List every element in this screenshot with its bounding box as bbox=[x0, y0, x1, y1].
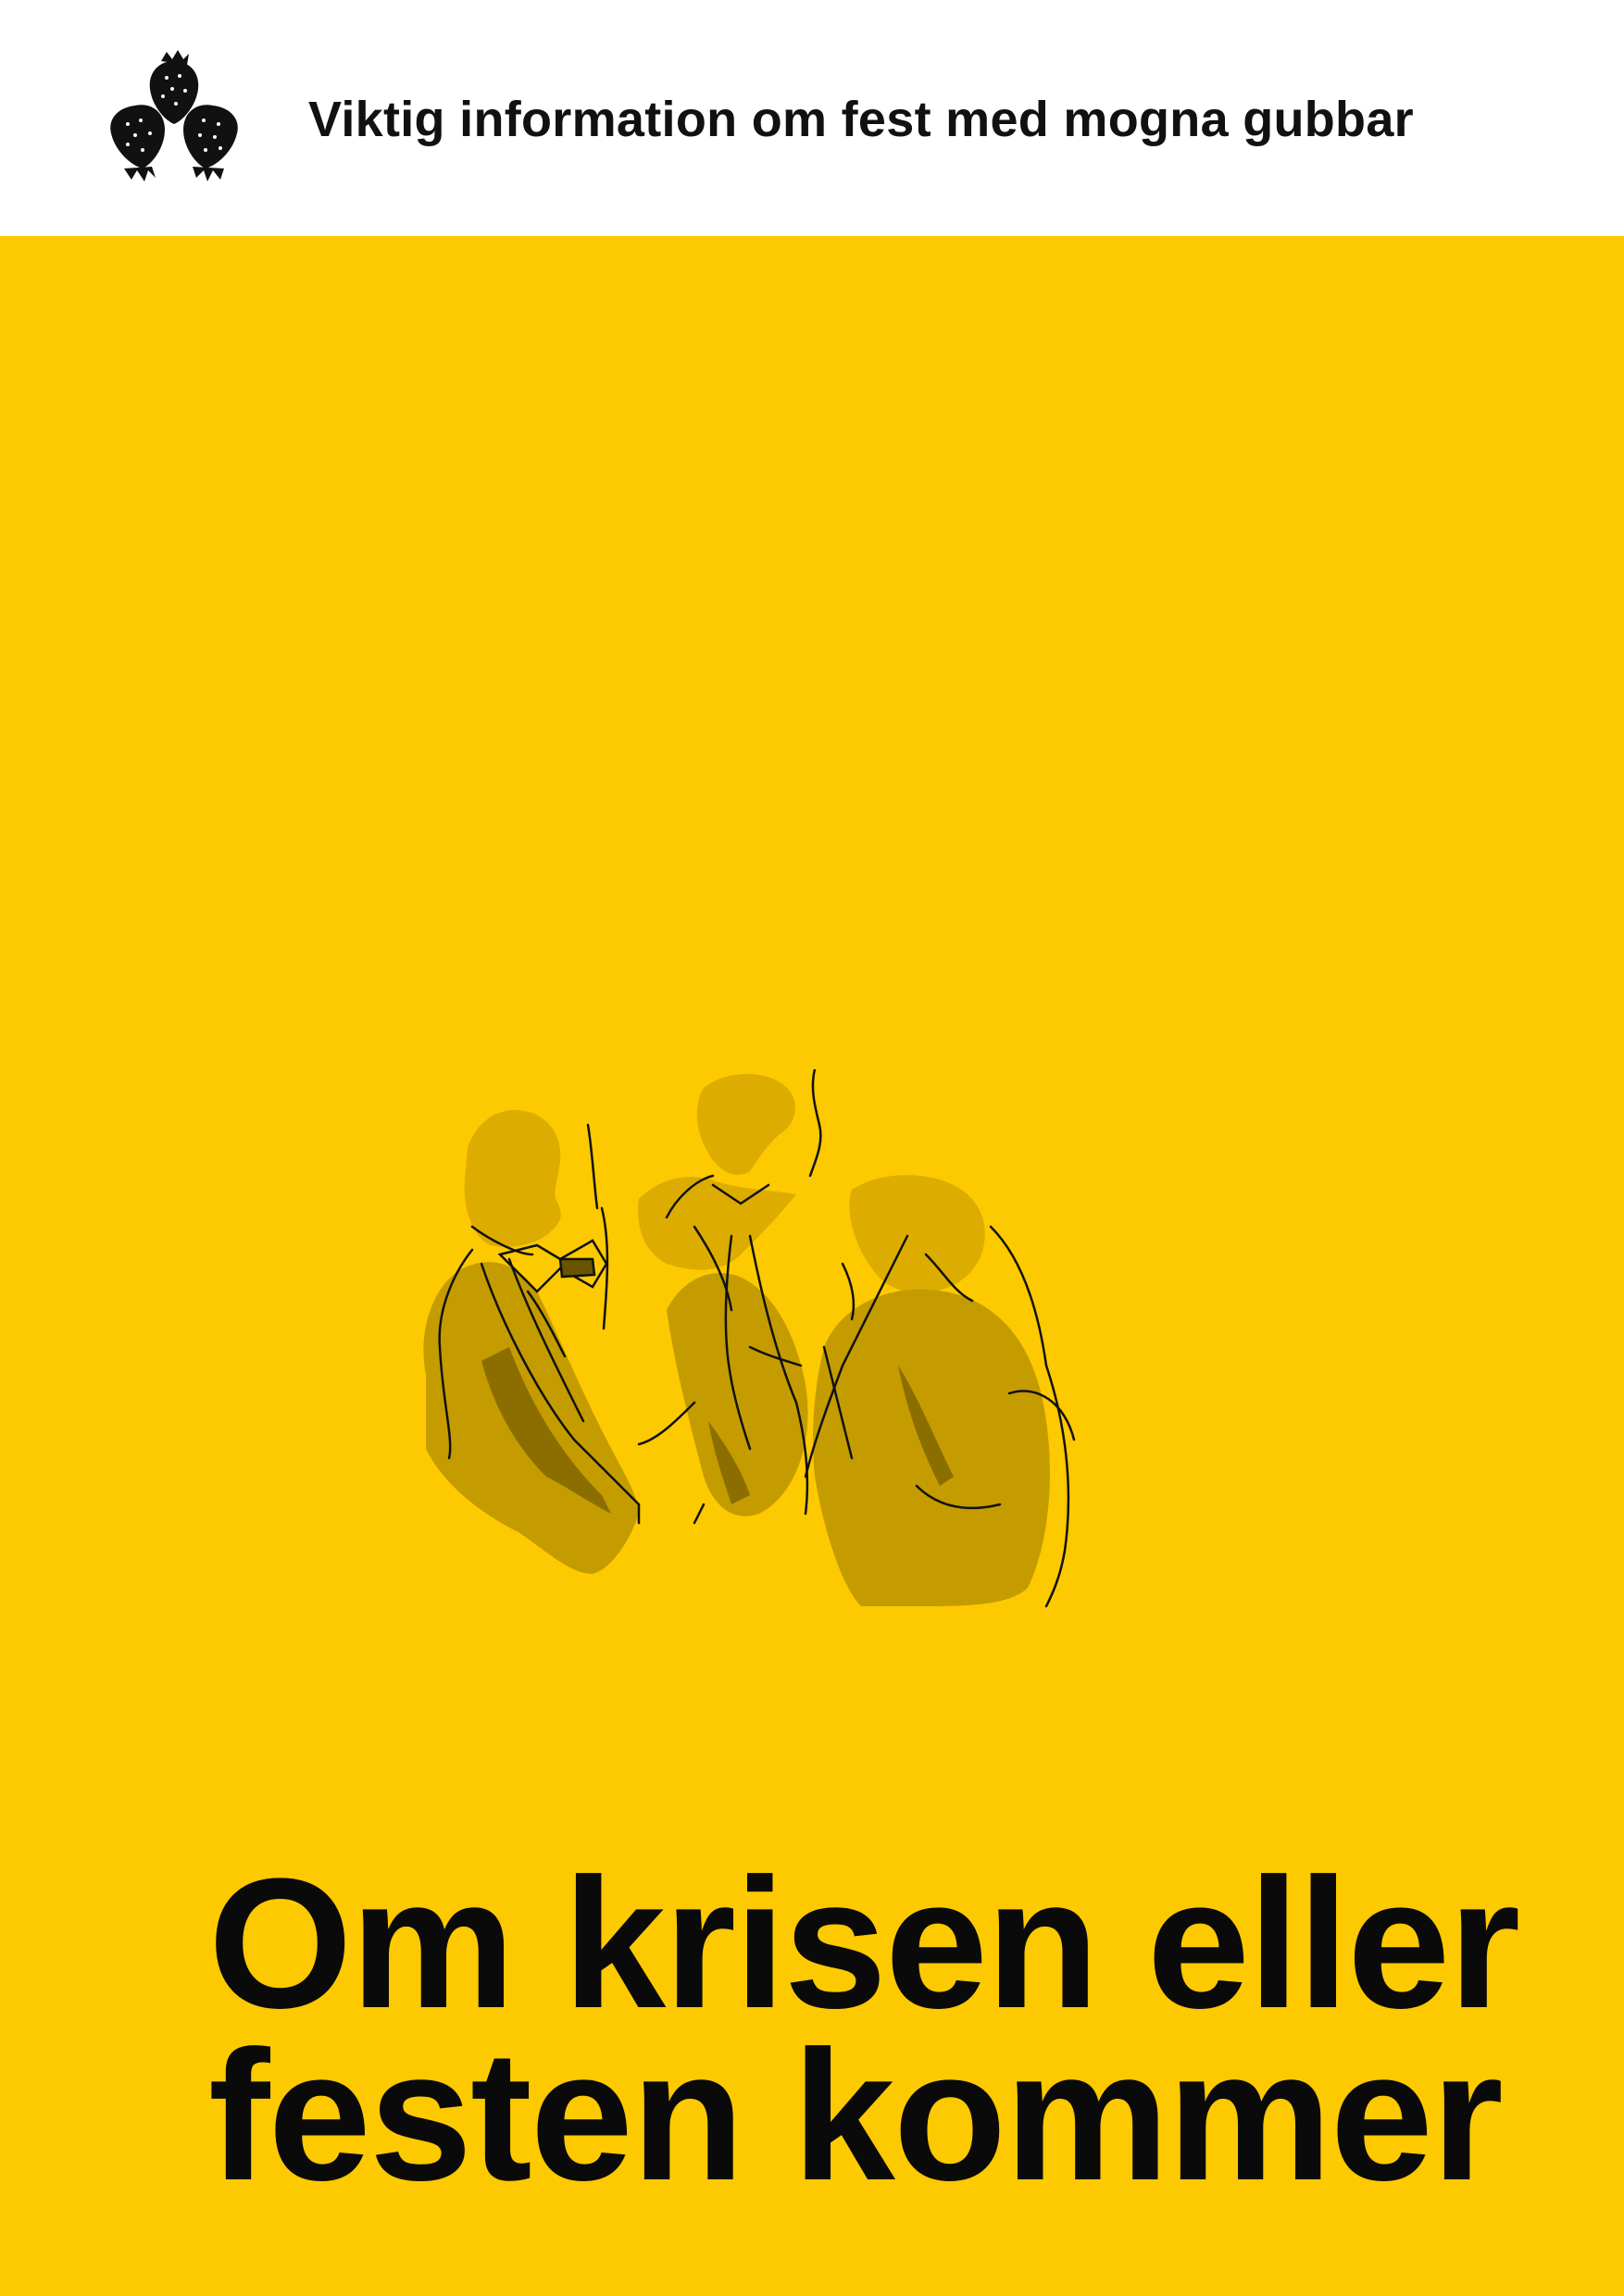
strawberries-logo-icon bbox=[110, 50, 238, 181]
man-right-figure bbox=[804, 1175, 1076, 1608]
man-left-figure bbox=[423, 1110, 641, 1574]
headline-line-1: Om krisen eller bbox=[208, 1841, 1520, 2047]
three-men-in-suits-illustration bbox=[423, 1069, 1076, 1608]
headline-line-2: festen kommer bbox=[208, 2013, 1504, 2219]
header-bar: Viktig information om fest med mogna gub… bbox=[0, 0, 1624, 236]
poster-subtitle: Viktig information om fest med mogna gub… bbox=[308, 92, 1414, 147]
headline: Om krisen eller festen kommer bbox=[208, 1841, 1520, 2219]
yellow-panel: Om krisen eller festen kommer bbox=[0, 236, 1624, 2296]
man-center-figure bbox=[637, 1069, 822, 1525]
poster: Viktig information om fest med mogna gub… bbox=[0, 0, 1624, 2296]
